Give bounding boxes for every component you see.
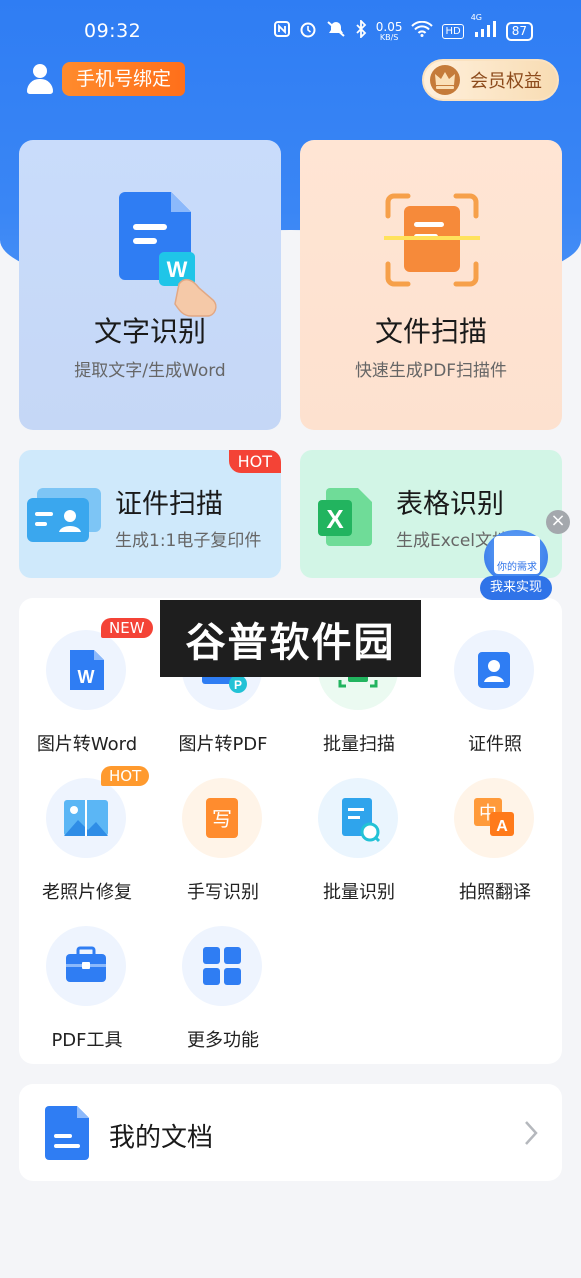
excel-icon: X bbox=[316, 484, 376, 552]
tool-more-features[interactable]: 更多功能 bbox=[155, 894, 291, 1051]
batch-recognize-icon bbox=[318, 778, 398, 858]
svg-text:写: 写 bbox=[212, 807, 232, 831]
translate-icon: 中A bbox=[454, 778, 534, 858]
mute-icon bbox=[326, 20, 346, 42]
toolbox-icon bbox=[46, 926, 126, 1006]
grid-icon bbox=[182, 926, 262, 1006]
id-scan-subtitle: 生成1:1电子复印件 bbox=[115, 531, 262, 551]
feedback-float-widget[interactable]: 你的需求 我来实现 × bbox=[476, 510, 570, 604]
alarm-icon bbox=[299, 20, 317, 42]
hd-badge: HD bbox=[442, 23, 464, 39]
file-scan-card[interactable]: 文件扫描 快速生成PDF扫描件 bbox=[300, 140, 562, 430]
scan-document-icon bbox=[384, 192, 480, 292]
svg-text:P: P bbox=[234, 678, 242, 692]
text-recognition-subtitle: 提取文字/生成Word bbox=[74, 361, 226, 381]
feedback-cta[interactable]: 我来实现 bbox=[480, 576, 552, 600]
id-card-icon bbox=[25, 486, 107, 550]
network-speed: 0.05 KB/S bbox=[375, 19, 403, 42]
photo-restore-icon bbox=[46, 778, 126, 858]
tool-label: 拍照翻译 bbox=[459, 882, 531, 903]
crown-icon bbox=[430, 65, 460, 95]
svg-text:W: W bbox=[78, 667, 95, 687]
account-area[interactable]: 手机号绑定 bbox=[24, 62, 186, 96]
user-icon[interactable] bbox=[24, 62, 56, 96]
wifi-icon bbox=[411, 20, 434, 41]
tool-image-to-word[interactable]: W NEW 图片转Word bbox=[19, 598, 155, 755]
hot-badge: HOT bbox=[101, 766, 150, 786]
tool-handwriting[interactable]: 写 手写识别 bbox=[155, 746, 291, 903]
handwriting-icon: 写 bbox=[182, 778, 262, 858]
vip-benefits-button[interactable]: 会员权益 bbox=[422, 59, 559, 101]
vip-benefits-label: 会员权益 bbox=[470, 71, 542, 92]
svg-text:W: W bbox=[167, 257, 188, 282]
bind-phone-button[interactable]: 手机号绑定 bbox=[62, 62, 186, 96]
close-icon[interactable]: × bbox=[546, 510, 570, 534]
svg-text:A: A bbox=[496, 818, 508, 835]
tool-id-photo[interactable]: 证件照 bbox=[427, 598, 563, 755]
tool-label: 批量识别 bbox=[323, 882, 395, 903]
word-document-icon: W bbox=[107, 188, 227, 322]
text-recognition-title: 文字识别 bbox=[93, 315, 206, 348]
word-doc-icon: W bbox=[46, 630, 126, 710]
my-documents-label: 我的文档 bbox=[109, 1123, 214, 1153]
my-documents-row[interactable]: 我的文档 bbox=[19, 1084, 562, 1181]
status-bar: 09:32 0.05 KB/S HD 4G 87 bbox=[0, 0, 581, 64]
hot-badge: HOT bbox=[228, 450, 281, 473]
bluetooth-icon bbox=[355, 18, 367, 42]
signal-icon: 4G bbox=[471, 13, 497, 41]
document-icon bbox=[45, 1106, 91, 1164]
file-scan-title: 文件扫描 bbox=[374, 315, 487, 348]
tool-label: PDF工具 bbox=[51, 1030, 123, 1051]
battery-indicator: 87 bbox=[505, 21, 533, 41]
tool-label: 更多功能 bbox=[187, 1030, 259, 1051]
tool-pdf-tools[interactable]: PDF工具 bbox=[19, 894, 155, 1051]
new-badge: NEW bbox=[101, 618, 153, 638]
text-recognition-card[interactable]: W 文字识别 提取文字/生成Word bbox=[19, 140, 281, 430]
id-photo-icon bbox=[454, 630, 534, 710]
status-time: 09:32 bbox=[84, 20, 142, 42]
watermark-overlay: 谷普软件园 bbox=[160, 600, 421, 677]
svg-text:X: X bbox=[326, 504, 344, 534]
tool-photo-restore[interactable]: HOT 老照片修复 bbox=[19, 746, 155, 903]
id-scan-title: 证件扫描 bbox=[115, 489, 223, 520]
tool-photo-translate[interactable]: 中A 拍照翻译 bbox=[427, 746, 563, 903]
tool-batch-recognize[interactable]: 批量识别 bbox=[291, 746, 427, 903]
table-recognition-title: 表格识别 bbox=[396, 489, 504, 520]
watermark-text: 谷普软件园 bbox=[185, 619, 396, 666]
nfc-icon bbox=[273, 21, 290, 41]
id-scan-card[interactable]: HOT 证件扫描 生成1:1电子复印件 bbox=[19, 450, 281, 578]
chevron-right-icon bbox=[524, 1120, 538, 1150]
file-scan-subtitle: 快速生成PDF扫描件 bbox=[354, 361, 508, 381]
note-icon: 你的需求 bbox=[494, 536, 540, 574]
